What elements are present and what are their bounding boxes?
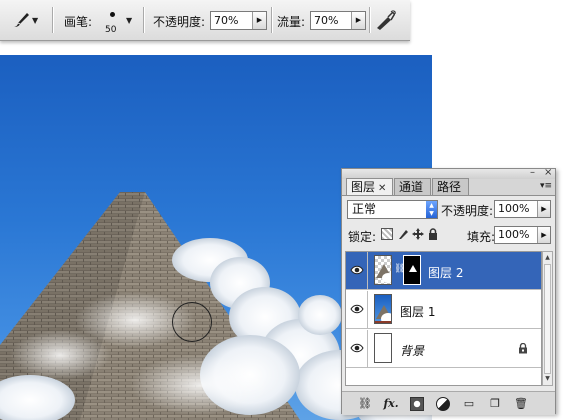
chevron-right-icon[interactable]: ▶ [537,227,550,243]
link-layers-icon[interactable]: ⛓ [358,397,372,411]
visibility-eye-icon[interactable] [350,342,364,354]
lock-position-icon[interactable] [412,228,424,240]
opacity-field[interactable]: 70% ▶ [210,11,267,30]
fill-field[interactable]: 100% ▶ [494,226,551,244]
options-bar: ▼ 画笔: 50 ▼ 不透明度: 70% ▶ 流量: 70% ▶ [0,0,410,41]
opacity-value: 70% [214,14,239,27]
mask-image [409,265,417,272]
brush-size-value: 50 [105,25,117,35]
thumbnail-image [375,305,391,323]
chevron-down-icon[interactable]: ▼ [126,16,132,25]
lock-pixels-icon[interactable] [397,228,409,240]
scroll-up-icon[interactable]: ▲ [543,253,552,263]
divider [367,330,368,367]
layer-name[interactable]: 图层 2 [428,264,463,281]
layer-list: ⛓ 图层 2 图层 1 背景 [345,251,542,386]
layer-row[interactable]: 背景 [346,330,541,368]
thumbnail-image [376,264,391,283]
visibility-eye-icon[interactable] [350,264,364,276]
blend-mode-value: 正常 [352,202,377,216]
divider [369,7,370,33]
new-group-icon[interactable]: ▭ [462,397,476,411]
layer-row[interactable]: ⛓ 图层 2 [346,252,541,290]
visibility-eye-icon[interactable] [350,303,364,315]
layers-panel: – × 图层 ✕ 通道 路径 ▾≡ 正常 ▲ ▼ 不透明度: 100% ▶ 锁定: [341,167,556,415]
lock-all-icon[interactable] [427,228,439,240]
airbrush-button[interactable] [374,9,398,31]
layer-opacity-field[interactable]: 100% ▶ [494,200,551,218]
panel-bottom-bar: ⛓ fx. ▭ ❐ 🗑 [342,391,555,415]
minimize-icon[interactable]: – [530,167,535,178]
tab-layers[interactable]: 图层 ✕ [346,178,393,196]
stepper-icon: ▲ ▼ [426,201,437,218]
fx-icon[interactable]: fx. [380,397,402,411]
brush-size-picker[interactable]: 50 [102,8,122,36]
close-icon[interactable]: × [544,167,552,178]
flow-field[interactable]: 70% ▶ [310,11,366,30]
tab-label: 路径 [437,180,462,194]
brush-cursor [172,302,212,342]
brush-tip-icon [110,12,115,17]
layer-opacity-label: 不透明度: [441,204,494,218]
layer-opacity-value: 100% [498,202,530,215]
divider [367,252,368,289]
lock-label: 锁定: [348,230,377,244]
layer-row[interactable]: 图层 1 [346,291,541,329]
adjustment-layer-icon[interactable] [436,397,450,411]
layer-list-scrollbar[interactable]: ▲ ▼ [542,251,553,386]
add-mask-icon[interactable] [410,397,424,411]
layer-thumbnail[interactable] [374,255,392,285]
layer-thumbnail[interactable] [374,294,392,324]
layer-mask-thumbnail[interactable] [403,255,421,285]
divider [367,291,368,328]
chevron-right-icon[interactable]: ▶ [351,12,365,29]
tab-channels[interactable]: 通道 [394,178,431,195]
brush-icon [14,13,29,27]
brush-tool-preset-picker[interactable]: ▼ [10,9,44,31]
airbrush-icon [377,10,396,30]
divider [271,7,272,33]
fill-value: 100% [498,228,530,241]
panel-menu-icon[interactable]: ▾≡ [540,181,552,191]
panel-body: 正常 ▲ ▼ 不透明度: 100% ▶ 锁定: 填充: 100% ▶ ⛓ 图层 … [342,195,555,415]
layer-thumbnail[interactable] [374,333,392,363]
lock-icon [519,343,527,354]
trash-icon[interactable]: 🗑 [514,397,528,411]
close-tab-icon[interactable]: ✕ [378,183,386,194]
chevron-right-icon[interactable]: ▶ [252,12,266,29]
blend-mode-select[interactable]: 正常 ▲ ▼ [347,200,438,219]
scroll-down-icon[interactable]: ▼ [543,374,552,384]
flow-value: 70% [314,14,339,27]
opacity-label: 不透明度: [153,15,206,29]
divider [52,7,53,33]
new-layer-icon[interactable]: ❐ [488,397,502,411]
flow-label: 流量: [277,15,306,29]
fill-label: 填充: [467,230,496,244]
chevron-right-icon[interactable]: ▶ [537,201,550,217]
tab-label: 图层 [351,180,376,194]
scrollbar-thumb[interactable] [544,264,551,374]
layer-name[interactable]: 背景 [400,342,424,359]
layer-name[interactable]: 图层 1 [400,303,435,320]
tab-paths[interactable]: 路径 [432,178,469,195]
brush-label: 画笔: [64,15,93,29]
tab-label: 通道 [399,180,424,194]
divider [143,7,144,33]
chevron-down-icon: ▼ [32,15,39,25]
lock-transparency-icon[interactable] [381,228,393,240]
